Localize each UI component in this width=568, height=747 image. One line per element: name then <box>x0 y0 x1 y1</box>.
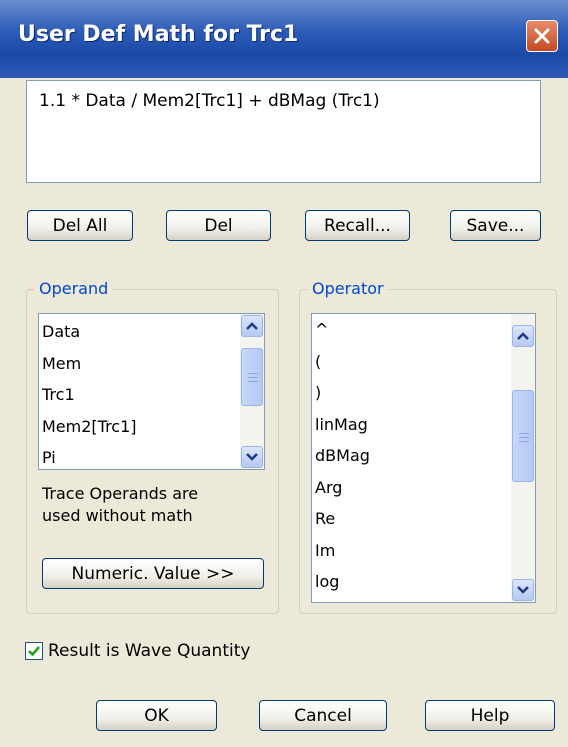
window-title: User Def Math for Trc1 <box>18 22 299 47</box>
result-wave-checkbox[interactable] <box>25 642 43 660</box>
operand-item[interactable]: Trc1 <box>39 379 137 411</box>
formula-input[interactable]: 1.1 * Data / Mem2[Trc1] + dBMag (Trc1) <box>26 80 541 183</box>
operand-item[interactable]: Mem2[Trc1] <box>39 411 137 443</box>
operand-scroll-up-button[interactable] <box>241 315 263 337</box>
operator-item[interactable]: Arg <box>312 472 370 504</box>
operand-item[interactable]: Pi <box>39 442 137 469</box>
chevron-up-icon <box>246 322 258 330</box>
cancel-button[interactable]: Cancel <box>259 700 387 731</box>
operand-note-line2: used without math <box>42 506 193 525</box>
operator-scroll-thumb[interactable] <box>512 390 534 482</box>
checkmark-icon <box>28 646 40 657</box>
operator-item[interactable]: dBMag <box>312 440 370 472</box>
save-button[interactable]: Save... <box>450 210 541 241</box>
operand-items: Data Mem Trc1 Mem2[Trc1] Pi <box>39 316 137 469</box>
operator-listbox[interactable]: ^ ( ) linMag dBMag Arg Re Im log <box>311 313 536 603</box>
operator-item[interactable]: Im <box>312 535 370 567</box>
recall-button[interactable]: Recall... <box>305 210 410 241</box>
result-wave-label[interactable]: Result is Wave Quantity <box>48 641 250 661</box>
operator-item[interactable]: linMag <box>312 409 370 441</box>
help-button[interactable]: Help <box>425 700 555 731</box>
title-bar: User Def Math for Trc1 <box>0 0 568 78</box>
operator-item[interactable]: ) <box>312 377 370 409</box>
operand-listbox[interactable]: Data Mem Trc1 Mem2[Trc1] Pi <box>38 313 265 470</box>
operator-scroll-down-button[interactable] <box>512 579 534 601</box>
formula-text: 1.1 * Data / Mem2[Trc1] + dBMag (Trc1) <box>39 91 380 111</box>
operand-item[interactable]: Data <box>39 316 137 348</box>
operator-label: Operator <box>308 279 388 298</box>
ok-button[interactable]: OK <box>96 700 217 731</box>
chevron-up-icon <box>517 332 529 340</box>
operator-item[interactable]: Re <box>312 503 370 535</box>
close-icon <box>534 28 550 44</box>
operand-scroll-down-button[interactable] <box>241 446 263 468</box>
chevron-down-icon <box>246 453 258 461</box>
operator-scrollbar[interactable] <box>511 314 535 602</box>
operator-item[interactable]: ( <box>312 346 370 378</box>
del-button[interactable]: Del <box>166 210 271 241</box>
operand-item[interactable]: Mem <box>39 348 137 380</box>
operand-note: Trace Operands are used without math <box>42 483 198 527</box>
operator-items: ^ ( ) linMag dBMag Arg Re Im log <box>312 314 370 598</box>
numeric-value-button[interactable]: Numeric. Value >> <box>42 558 264 589</box>
operator-item[interactable]: ^ <box>312 314 370 346</box>
operand-scrollbar[interactable] <box>240 314 264 469</box>
chevron-down-icon <box>517 586 529 594</box>
operand-label: Operand <box>35 279 113 298</box>
operand-scroll-thumb[interactable] <box>241 348 263 406</box>
operator-item[interactable]: log <box>312 566 370 598</box>
operator-scroll-up-button[interactable] <box>512 325 534 347</box>
close-button[interactable] <box>526 20 558 52</box>
del-all-button[interactable]: Del All <box>27 210 133 241</box>
operand-note-line1: Trace Operands are <box>42 484 199 503</box>
